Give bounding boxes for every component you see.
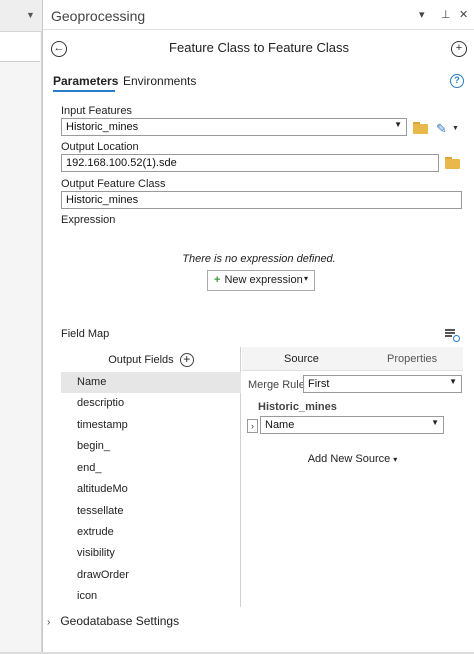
pane-menu-icon[interactable]: ▾ <box>419 8 425 21</box>
field-properties-panel: Source Properties Merge Rule First ▼ His… <box>242 347 463 607</box>
geoprocessing-pane: Geoprocessing ▾ ⊥ ✕ ← Feature Class to F… <box>42 0 474 654</box>
output-location-value: 192.168.100.52(1).sde <box>66 157 177 169</box>
merge-rule-select[interactable]: First ▼ <box>303 375 462 393</box>
source-properties-tabs: Source Properties <box>242 347 463 371</box>
chevron-down-icon: ▼ <box>449 377 457 386</box>
pencil-icon[interactable]: ✎ <box>436 121 447 137</box>
plus-circle-icon[interactable]: + <box>451 41 467 57</box>
pane-header: Geoprocessing ▾ ⊥ ✕ <box>43 0 474 30</box>
field-row[interactable]: end_ <box>61 458 241 479</box>
output-fields-list: Output Fields + Name descriptio timestam… <box>61 347 241 607</box>
pane-title: Geoprocessing <box>51 8 146 24</box>
active-tab-indicator <box>53 90 115 92</box>
folder-icon[interactable] <box>445 157 461 169</box>
plus-icon: + <box>214 274 221 286</box>
pin-icon[interactable]: ⊥ <box>441 8 451 21</box>
field-row[interactable]: drawOrder <box>61 565 241 586</box>
source-group-name: Historic_mines <box>258 401 337 413</box>
chevron-down-icon: ▼ <box>431 418 439 427</box>
no-expression-text: There is no expression defined. <box>182 253 336 265</box>
output-location-label: Output Location <box>61 141 139 153</box>
add-new-source-button[interactable]: Add New Source ▾ <box>242 453 463 465</box>
merge-rule-label: Merge Rule <box>248 379 305 391</box>
input-features-select[interactable]: Historic_mines ▼ <box>61 118 407 136</box>
input-features-value: Historic_mines <box>66 121 139 133</box>
tab-source[interactable]: Source <box>284 353 319 365</box>
field-row[interactable]: altitudeMo <box>61 479 241 500</box>
tool-title: Feature Class to Feature Class <box>169 40 349 55</box>
field-map-label: Field Map <box>61 328 110 340</box>
chevron-right-icon: › <box>47 617 51 628</box>
chevron-down-icon: ▾ <box>393 455 398 464</box>
add-field-icon[interactable]: + <box>179 353 194 367</box>
field-row[interactable]: timestamp <box>61 415 241 436</box>
field-row[interactable]: visibility <box>61 543 241 564</box>
expression-label: Expression <box>61 214 116 226</box>
output-feature-class-field[interactable]: Historic_mines <box>61 191 462 209</box>
tab-parameters[interactable]: Parameters <box>53 74 118 88</box>
field-row[interactable]: tessellate <box>61 501 241 522</box>
output-location-field[interactable]: 192.168.100.52(1).sde <box>61 154 439 172</box>
geodatabase-settings-expander[interactable]: › Geodatabase Settings <box>47 614 179 628</box>
new-expression-label: New expression <box>224 274 303 286</box>
tab-properties[interactable]: Properties <box>387 353 437 365</box>
close-icon[interactable]: ✕ <box>459 8 468 21</box>
left-dock-strip: ▼ <box>0 0 42 654</box>
tab-environments[interactable]: Environments <box>123 74 196 88</box>
source-field-value: Name <box>265 419 295 431</box>
source-field-select[interactable]: Name ▼ <box>260 416 444 434</box>
input-features-label: Input Features <box>61 105 132 117</box>
chevron-down-icon: ▼ <box>394 120 402 129</box>
chevron-down-icon: ▾ <box>303 274 308 283</box>
field-map: Output Fields + Name descriptio timestam… <box>61 347 463 607</box>
field-row[interactable]: descriptio <box>61 393 241 414</box>
output-fields-header: Output Fields + <box>61 347 241 371</box>
chevron-down-icon[interactable]: ▼ <box>452 125 459 132</box>
left-dock-header: ▼ <box>0 0 42 32</box>
left-dock-panel <box>0 32 40 62</box>
geodatabase-settings-label: Geodatabase Settings <box>60 614 180 628</box>
field-row[interactable]: icon <box>61 586 241 607</box>
field-row[interactable]: begin_ <box>61 436 241 457</box>
add-new-source-label: Add New Source <box>307 453 391 465</box>
chevron-right-icon[interactable]: › <box>247 419 258 433</box>
new-expression-button[interactable]: + New expression ▾ <box>207 270 315 291</box>
output-feature-class-value: Historic_mines <box>66 194 139 206</box>
help-icon[interactable]: ? <box>450 74 464 88</box>
chevron-down-icon[interactable]: ▼ <box>26 10 35 20</box>
output-fields-label: Output Fields <box>108 353 174 366</box>
folder-icon[interactable] <box>413 122 429 134</box>
field-map-options-icon[interactable] <box>445 328 460 342</box>
field-row[interactable]: extrude <box>61 522 241 543</box>
merge-rule-value: First <box>308 378 330 390</box>
output-feature-class-label: Output Feature Class <box>61 178 166 190</box>
field-row[interactable]: Name <box>61 372 241 393</box>
